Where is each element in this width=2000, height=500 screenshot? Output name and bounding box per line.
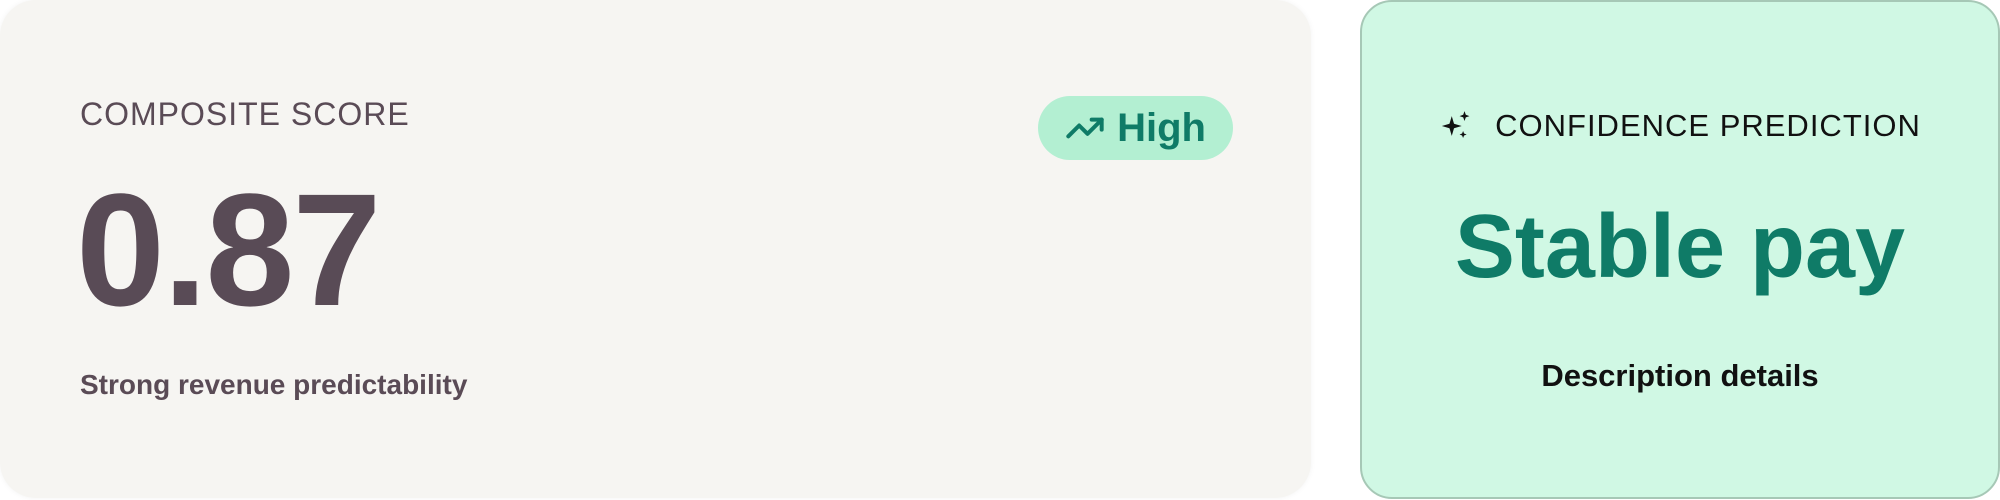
page: COMPOSITE SCORE High 0.87 Strong revenue… [0,0,2000,500]
score-level-badge: High [1038,96,1233,160]
confidence-prediction-card: CONFIDENCE PREDICTION Stable pay Descrip… [1360,0,2000,499]
prediction-header: CONFIDENCE PREDICTION [1362,108,1998,144]
composite-score-card: COMPOSITE SCORE High 0.87 Strong revenue… [0,0,1311,498]
composite-score-value: 0.87 [76,160,381,339]
sparkles-icon [1439,109,1473,143]
prediction-label: CONFIDENCE PREDICTION [1495,108,1921,143]
trending-up-icon [1065,108,1105,148]
composite-score-label: COMPOSITE SCORE [80,96,410,132]
prediction-value: Stable pay [1454,197,1906,297]
score-level-label: High [1117,106,1206,150]
composite-score-subtitle: Strong revenue predictability [80,369,468,400]
prediction-description: Description details [1541,358,1819,393]
